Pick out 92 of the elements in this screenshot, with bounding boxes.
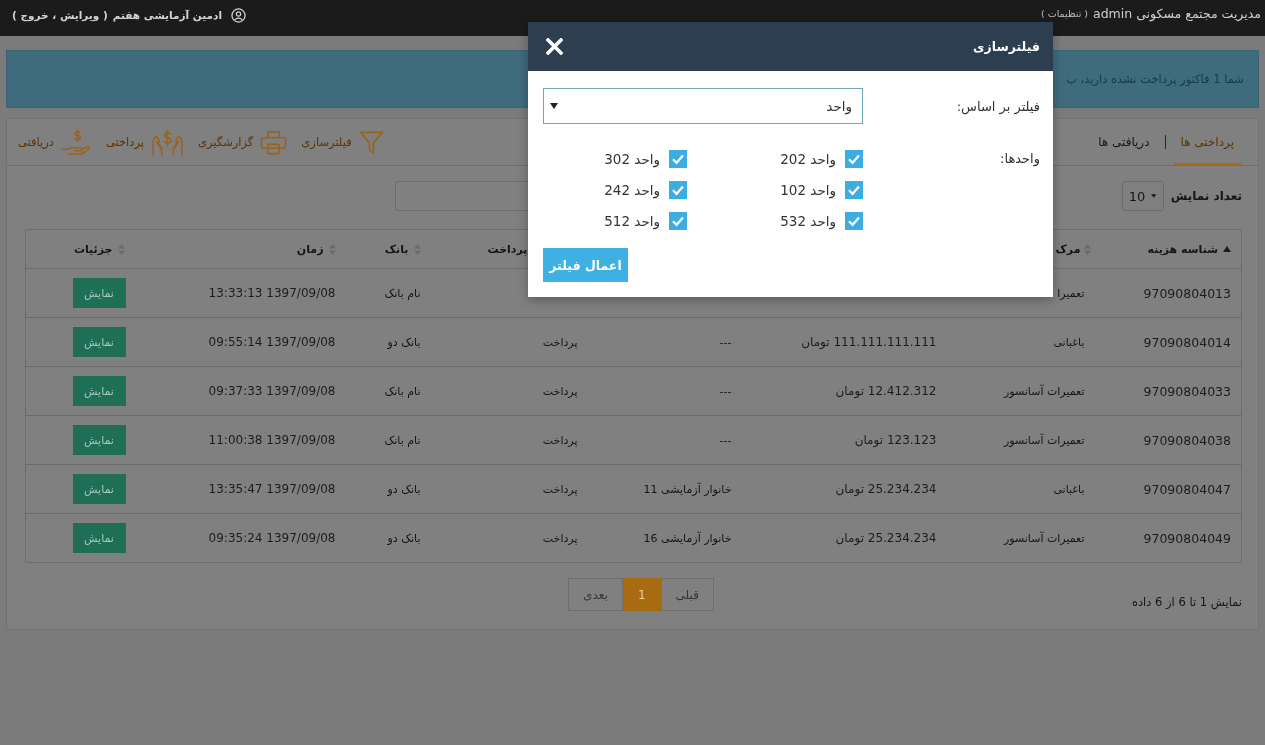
checkbox[interactable]	[845, 150, 863, 168]
table-cell: 25.234.234 تومان	[835, 531, 937, 545]
table-cell: 1397/09/08 09:55:14	[208, 335, 336, 349]
table-cell: پرداخت	[542, 433, 578, 447]
field-label: فیلتر بر اساس:	[956, 98, 1040, 114]
table-cell: ---	[719, 433, 732, 447]
table-cell: خانوار آزمایشی 11	[643, 482, 732, 496]
checkbox[interactable]	[669, 212, 687, 230]
table-cell: بانک دو	[387, 482, 421, 496]
checkbox[interactable]	[845, 212, 863, 230]
table-cell: پرداخت	[542, 335, 578, 349]
tab[interactable]: پرداختی ها	[1173, 119, 1241, 165]
checkbox-label: واحد 102	[780, 182, 836, 198]
table-cell: پرداخت	[542, 531, 578, 545]
show-button[interactable]: نمایش	[72, 278, 126, 308]
printer-icon	[260, 129, 288, 155]
filter-select[interactable]: واحد	[543, 88, 863, 124]
table-cell: 25.234.234 تومان	[835, 482, 937, 496]
table-cell: 97090804014	[1143, 334, 1231, 350]
table-cell: پرداخت	[542, 384, 578, 398]
checkbox-label: واحد 512	[604, 213, 660, 229]
table-cell: نام بانک	[384, 433, 421, 447]
tab[interactable]: دریافتی ها	[1091, 119, 1157, 165]
table-cell: خانوار آزمایشی 16	[643, 531, 732, 545]
checkbox-label: واحد 202	[780, 151, 836, 167]
close-icon[interactable]	[546, 38, 563, 55]
checkbox[interactable]	[845, 181, 863, 199]
column-header[interactable]: بانک	[384, 242, 409, 256]
table-cell: بانک دو	[387, 531, 421, 545]
table-cell: ---	[719, 384, 732, 398]
page-size-select[interactable]: 10	[1121, 181, 1164, 211]
show-button[interactable]: نمایش	[72, 425, 126, 455]
checkbox-label: واحد 532	[780, 213, 836, 229]
table-cell: 1397/09/08 11:00:38	[208, 433, 336, 447]
table-cell: 1397/09/08 09:35:24	[208, 531, 336, 545]
table-cell: تعمیرات آسانسور	[1003, 433, 1085, 447]
column-header[interactable]: مرک	[1055, 242, 1081, 256]
table-cell: 111.111.111.111 تومان	[801, 335, 937, 349]
receipt-button[interactable]: دریافتی	[18, 128, 92, 156]
table-summary: نمایش 1 تا 6 از 6 داده	[1131, 595, 1242, 611]
app-title: مدیریت مجتمع مسکونی admin	[1093, 6, 1261, 21]
payment-button[interactable]: پرداختی	[105, 128, 184, 156]
column-header[interactable]: شناسه هزینه	[1147, 242, 1218, 256]
pagination-button[interactable]: 1	[621, 578, 662, 611]
table-cell: نام بانک	[384, 384, 421, 398]
table-cell: باغبانی	[1053, 482, 1085, 496]
table-cell: ---	[719, 335, 732, 349]
apply-filter-button[interactable]: اعمال فیلتر	[543, 248, 628, 282]
dialog-title: فیلترسازی	[973, 39, 1040, 54]
funnel-icon	[358, 129, 384, 155]
table-cell: 123.123 تومان	[854, 433, 937, 447]
table-cell: 97090804047	[1143, 481, 1231, 497]
table-cell: 1397/09/08 13:35:47	[208, 482, 336, 496]
table-cell: 97090804049	[1143, 530, 1231, 546]
table-cell: تعمیرات آسانسور	[1003, 384, 1085, 398]
search-field[interactable]	[395, 181, 530, 211]
checkbox-label: واحد 242	[604, 182, 660, 198]
table-cell: پرداخت	[542, 482, 578, 496]
page-size-label: تعداد نمایش	[1170, 189, 1242, 203]
checkbox[interactable]	[669, 181, 687, 199]
checkbox-label: واحد 302	[604, 151, 660, 167]
settings-link[interactable]: ( تنظیمات )	[1041, 8, 1088, 19]
show-button[interactable]: نمایش	[72, 523, 126, 553]
table-cell: تعمیرات آسانسور	[1003, 531, 1085, 545]
column-header[interactable]: پرداخت	[487, 242, 528, 256]
table-cell: 1397/09/08 09:37:33	[208, 384, 336, 398]
caret-icon	[1151, 194, 1157, 198]
table-cell: 1397/09/08 13:33:13	[208, 286, 336, 300]
table-cell: 97090804013	[1143, 285, 1231, 301]
user-circle-icon	[231, 7, 247, 23]
table-cell: نام بانک	[384, 286, 421, 300]
user-name: ادمین آزمایشی هفتم	[112, 9, 223, 21]
column-header[interactable]: جزئیات	[73, 242, 113, 256]
table-cell: 12.412.312 تومان	[835, 384, 937, 398]
report-button[interactable]: گزارشگیری	[197, 129, 288, 155]
table-cell: باغبانی	[1053, 335, 1085, 349]
show-button[interactable]: نمایش	[72, 376, 126, 406]
sort-ascending-icon[interactable]	[1223, 246, 1231, 252]
table-cell: بانک دو	[387, 335, 421, 349]
show-button[interactable]: نمایش	[72, 474, 126, 504]
filter-button[interactable]: فیلترسازی	[301, 129, 384, 155]
table-cell: تعمیرا	[1057, 286, 1085, 300]
checkbox[interactable]	[669, 150, 687, 168]
table-cell: 97090804038	[1143, 432, 1231, 448]
hands-dollar-icon	[150, 128, 184, 156]
show-button[interactable]: نمایش	[72, 327, 126, 357]
account-links[interactable]: ( ویرایش ، خروج )	[12, 9, 108, 21]
hand-dollar-icon	[60, 128, 92, 156]
field-label: واحدها:	[1000, 150, 1040, 168]
caret-icon	[550, 103, 558, 109]
column-header[interactable]: زمان	[296, 242, 324, 256]
table-cell: 97090804033	[1143, 383, 1231, 399]
